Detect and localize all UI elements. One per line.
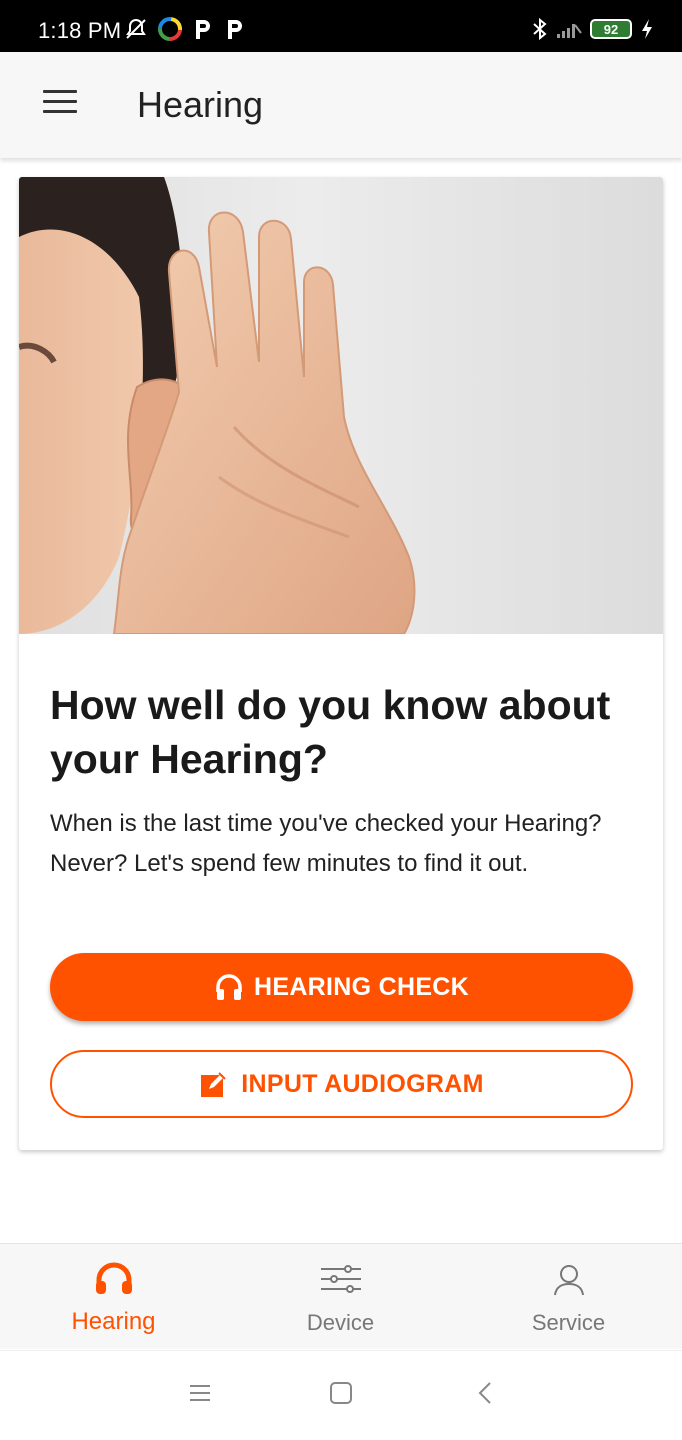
recents-icon[interactable]: [188, 1381, 212, 1405]
input-audiogram-button[interactable]: INPUT AUDIOGRAM: [50, 1050, 633, 1118]
back-icon[interactable]: [474, 1381, 498, 1405]
woman-cupping-ear-photo: [19, 177, 663, 634]
silent-bell-icon: [126, 18, 146, 39]
hearing-check-button[interactable]: HEARING CHECK: [50, 953, 633, 1021]
edit-icon: [201, 1072, 226, 1097]
nav-label-device: Device: [306, 1310, 375, 1335]
status-icons-left: [124, 17, 246, 41]
signal-icon: [557, 24, 582, 38]
hearing-card: How well do you know about your Hearing?…: [19, 177, 663, 1150]
nav-item-service[interactable]: Service: [455, 1244, 682, 1350]
person-icon: [553, 1265, 584, 1296]
nav-label-service: Service: [531, 1310, 606, 1335]
home-icon[interactable]: [329, 1381, 353, 1405]
battery-level: 92: [603, 21, 619, 37]
headphones-icon: [216, 974, 242, 1000]
system-nav: [0, 1350, 682, 1440]
app-bar: Hearing: [0, 52, 682, 158]
nav-label-hearing: Hearing: [71, 1308, 156, 1335]
page-title: Hearing: [137, 84, 264, 125]
status-bar: 1:18 PM 92: [0, 0, 682, 52]
bottom-nav: Hearing Device Service: [0, 1243, 682, 1349]
hamburger-menu-icon[interactable]: [38, 90, 82, 120]
nav-item-hearing[interactable]: Hearing: [0, 1244, 227, 1350]
card-title: How well do you know about your Hearing?: [50, 682, 611, 782]
p-app-icon: [196, 20, 210, 39]
sliders-icon: [320, 1265, 361, 1293]
status-time: 1:18 PM: [38, 18, 122, 43]
status-icons-right: 92: [532, 17, 654, 41]
charging-icon: [642, 19, 652, 39]
nav-item-device[interactable]: Device: [227, 1244, 454, 1350]
hero-illustration: [19, 177, 416, 634]
input-audiogram-label: INPUT AUDIOGRAM: [241, 1069, 484, 1098]
battery-icon: 92: [590, 19, 632, 39]
card-description: When is the last time you've checked you…: [50, 810, 602, 877]
headphones-icon: [95, 1262, 132, 1294]
card-body: How well do you know about your Hearing?…: [50, 678, 640, 884]
colorful-app-icon: [158, 17, 182, 41]
p-app-icon: [228, 20, 242, 39]
hearing-check-label: HEARING CHECK: [253, 972, 470, 1001]
bluetooth-icon: [533, 17, 547, 41]
